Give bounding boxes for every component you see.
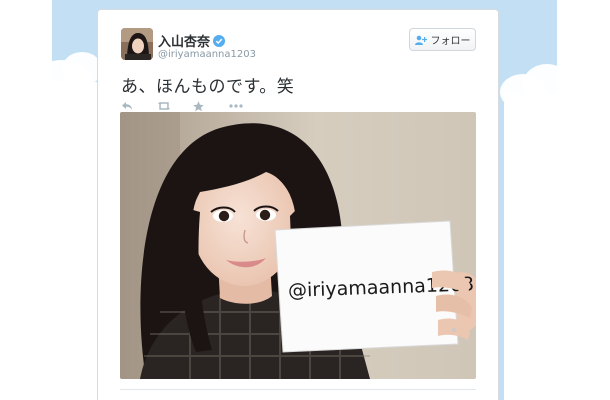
cloud-shape	[62, 52, 102, 86]
retweet-icon	[158, 101, 170, 111]
display-name[interactable]: 入山杏奈	[158, 31, 226, 50]
retweet-button[interactable]	[157, 99, 193, 113]
tweet-photo[interactable]: @iriyamaanna1203	[120, 112, 476, 379]
tweet-text: あ、ほんものです。笑	[121, 77, 295, 97]
more-icon	[229, 104, 243, 108]
follow-label: フォロー	[430, 36, 471, 47]
verified-badge-icon	[213, 35, 226, 47]
tweet-actions	[121, 99, 265, 113]
cloud-band	[52, 82, 100, 400]
favorite-button[interactable]	[193, 99, 229, 113]
add-user-icon	[414, 35, 427, 45]
star-icon	[193, 100, 204, 111]
handle[interactable]: @iriyamaanna1203	[158, 49, 256, 60]
divider	[120, 389, 476, 390]
reply-button[interactable]	[121, 99, 157, 113]
avatar[interactable]	[121, 28, 153, 60]
tweet-card: 入山杏奈 @iriyamaanna1203 フォロー あ、ほんものです。笑 @i…	[97, 9, 499, 400]
follow-button[interactable]: フォロー	[409, 28, 476, 51]
more-button[interactable]	[229, 99, 265, 113]
display-name-text[interactable]: 入山杏奈	[158, 35, 210, 50]
cloud-band	[504, 94, 557, 400]
reply-icon	[122, 102, 132, 110]
